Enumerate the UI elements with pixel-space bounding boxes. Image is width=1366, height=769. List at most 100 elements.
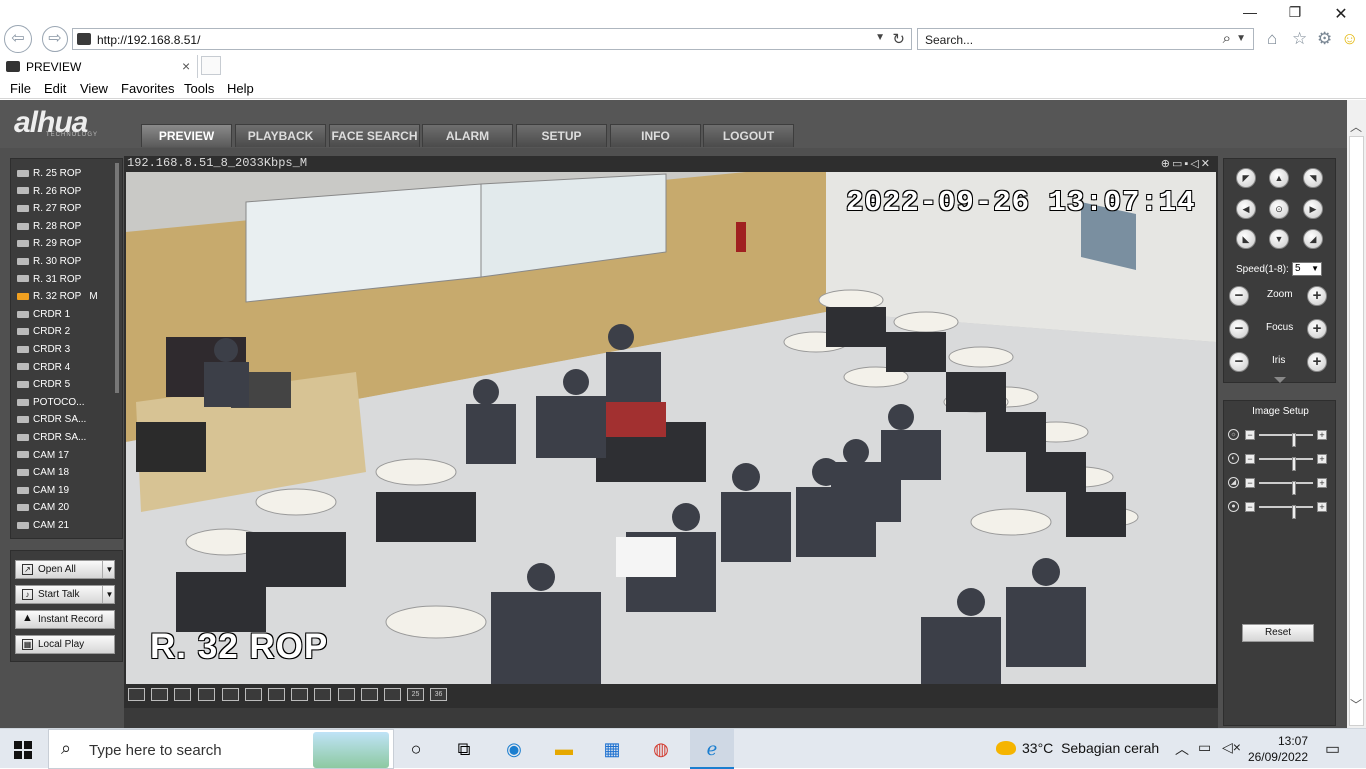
home-icon[interactable]: ⌂ (1267, 29, 1277, 49)
menu-edit[interactable]: Edit (44, 81, 66, 96)
ptz-up-button[interactable]: ▲ (1269, 168, 1289, 188)
camera-item[interactable]: R. 29 ROP (17, 235, 81, 252)
start-talk-dropdown-icon[interactable]: ▼ (102, 586, 116, 603)
focus-plus-button[interactable]: + (1307, 319, 1327, 339)
store-icon[interactable]: ▦ (599, 736, 625, 762)
tab-playback[interactable]: PLAYBACK (235, 124, 326, 147)
menu-file[interactable]: File (10, 81, 31, 96)
snapshot-icon[interactable]: ▭ (1172, 158, 1184, 170)
camera-item[interactable]: R. 25 ROP (17, 165, 81, 182)
camera-item[interactable]: CAM 21 (17, 517, 69, 534)
layout-button[interactable]: 36 (430, 688, 447, 701)
forward-button[interactable]: ⇨ (42, 26, 68, 52)
camera-feed-image[interactable]: 2022-09-26 13:07:14 R. 32 ROP (126, 172, 1216, 684)
smiley-feedback-icon[interactable]: ☺ (1341, 29, 1358, 49)
slider-knob[interactable] (1292, 457, 1296, 471)
camera-item[interactable]: CRDR SA... (17, 429, 86, 446)
ptz-down-left-button[interactable]: ◣ (1236, 229, 1256, 249)
internet-explorer-icon[interactable]: ℯ (690, 729, 734, 769)
layout-button[interactable] (338, 688, 355, 701)
zoom-in-button[interactable]: + (1307, 286, 1327, 306)
scroll-up-icon[interactable]: ︿ (1350, 118, 1362, 135)
layout-button[interactable] (291, 688, 308, 701)
tab-preview-nav[interactable]: PREVIEW (141, 124, 232, 147)
windows-start-icon[interactable] (14, 741, 32, 759)
decrease-button[interactable]: − (1245, 502, 1255, 512)
ptz-up-left-button[interactable]: ◤ (1236, 168, 1256, 188)
slider-track[interactable] (1259, 481, 1313, 495)
reset-button[interactable]: Reset (1242, 624, 1314, 642)
chevron-up-icon[interactable]: ︿ (1175, 739, 1189, 759)
layout-button[interactable] (314, 688, 331, 701)
slider-knob[interactable] (1292, 505, 1296, 519)
decrease-button[interactable]: − (1245, 430, 1255, 440)
open-all-dropdown-icon[interactable]: ▼ (102, 561, 116, 578)
chrome-icon[interactable]: ◍ (648, 736, 674, 762)
restore-button[interactable]: ❐ (1280, 4, 1310, 21)
layout-button[interactable] (151, 688, 168, 701)
camera-list-scrollbar[interactable] (115, 163, 119, 393)
tab-setup[interactable]: SETUP (516, 124, 607, 147)
open-all-button[interactable]: ↗ Open All ▼ (15, 560, 115, 579)
increase-button[interactable]: + (1317, 454, 1327, 464)
camera-item[interactable]: CAM 19 (17, 482, 69, 499)
taskbar-search-box[interactable]: ⌕ Type here to search (48, 729, 394, 769)
decrease-button[interactable]: − (1245, 454, 1255, 464)
chevron-down-icon[interactable]: ▼ (1236, 33, 1246, 44)
layout-button[interactable] (361, 688, 378, 701)
notification-icon[interactable]: ▭ (1325, 739, 1340, 759)
ptz-left-button[interactable]: ◀ (1236, 199, 1256, 219)
camera-item[interactable]: CRDR 1 (17, 306, 70, 323)
zoom-in-icon[interactable]: ⊕ (1161, 158, 1172, 170)
layout-button[interactable] (174, 688, 191, 701)
camera-item[interactable]: R. 28 ROP (17, 218, 81, 235)
weather-widget[interactable]: 33°C Sebagian cerah (996, 740, 1159, 756)
tab-alarm[interactable]: ALARM (422, 124, 513, 147)
menu-favorites[interactable]: Favorites (121, 81, 174, 96)
camera-item[interactable]: R. 26 ROP (17, 183, 81, 200)
menu-help[interactable]: Help (227, 81, 254, 96)
tab-logout[interactable]: LOGOUT (703, 124, 794, 147)
zoom-out-button[interactable]: − (1229, 286, 1249, 306)
slider-track[interactable] (1259, 505, 1313, 519)
scrollbar-thumb[interactable] (1349, 136, 1364, 726)
ptz-down-button[interactable]: ▼ (1269, 229, 1289, 249)
cortana-icon[interactable]: ○ (403, 736, 429, 762)
camera-item[interactable]: CAM 20 (17, 499, 69, 516)
favorites-star-icon[interactable]: ☆ (1292, 29, 1307, 49)
slider-track[interactable] (1259, 433, 1313, 447)
chevron-down-icon[interactable]: ▼ (875, 32, 885, 43)
minimize-button[interactable]: — (1235, 4, 1265, 20)
slider-knob[interactable] (1292, 433, 1296, 447)
camera-item[interactable]: CRDR SA... (17, 411, 86, 428)
audio-icon[interactable]: ◁ (1190, 158, 1200, 170)
task-view-icon[interactable]: ⧉ (451, 736, 477, 762)
tab-preview[interactable]: PREVIEW × (0, 55, 198, 78)
file-explorer-icon[interactable]: ▬ (551, 736, 577, 762)
ptz-down-right-button[interactable]: ◢ (1303, 229, 1323, 249)
collapse-arrow-icon[interactable] (1274, 377, 1286, 383)
gear-icon[interactable]: ⚙ (1317, 29, 1332, 49)
local-play-button[interactable]: ▦ Local Play (15, 635, 115, 654)
tab-face-search[interactable]: FACE SEARCH (329, 124, 420, 147)
camera-item[interactable]: POTOCO... (17, 394, 85, 411)
close-window-button[interactable]: ✕ (1326, 4, 1356, 24)
camera-item[interactable]: CRDR 2 (17, 323, 70, 340)
back-button[interactable]: ⇦ (4, 25, 32, 53)
scroll-down-icon[interactable]: ﹀ (1350, 696, 1362, 713)
ptz-auto-pan-button[interactable]: ⊙ (1269, 199, 1289, 219)
address-bar[interactable]: http://192.168.8.51/ ▼ ↻ (72, 28, 912, 50)
network-icon[interactable]: ▭ (1198, 739, 1211, 756)
refresh-icon[interactable]: ↻ (892, 30, 905, 48)
browser-search-box[interactable]: Search... ⌕ ▼ (917, 28, 1254, 50)
edge-icon[interactable]: ◉ (501, 736, 527, 762)
camera-item[interactable]: CRDR 3 (17, 341, 70, 358)
slider-knob[interactable] (1292, 481, 1296, 495)
tab-info[interactable]: INFO (610, 124, 701, 147)
layout-button[interactable]: 25 (407, 688, 424, 701)
close-tab-icon[interactable]: × (182, 58, 190, 74)
close-video-icon[interactable]: ✕ (1201, 158, 1212, 170)
layout-button[interactable] (384, 688, 401, 701)
iris-minus-button[interactable]: − (1229, 352, 1249, 372)
menu-tools[interactable]: Tools (184, 81, 214, 96)
